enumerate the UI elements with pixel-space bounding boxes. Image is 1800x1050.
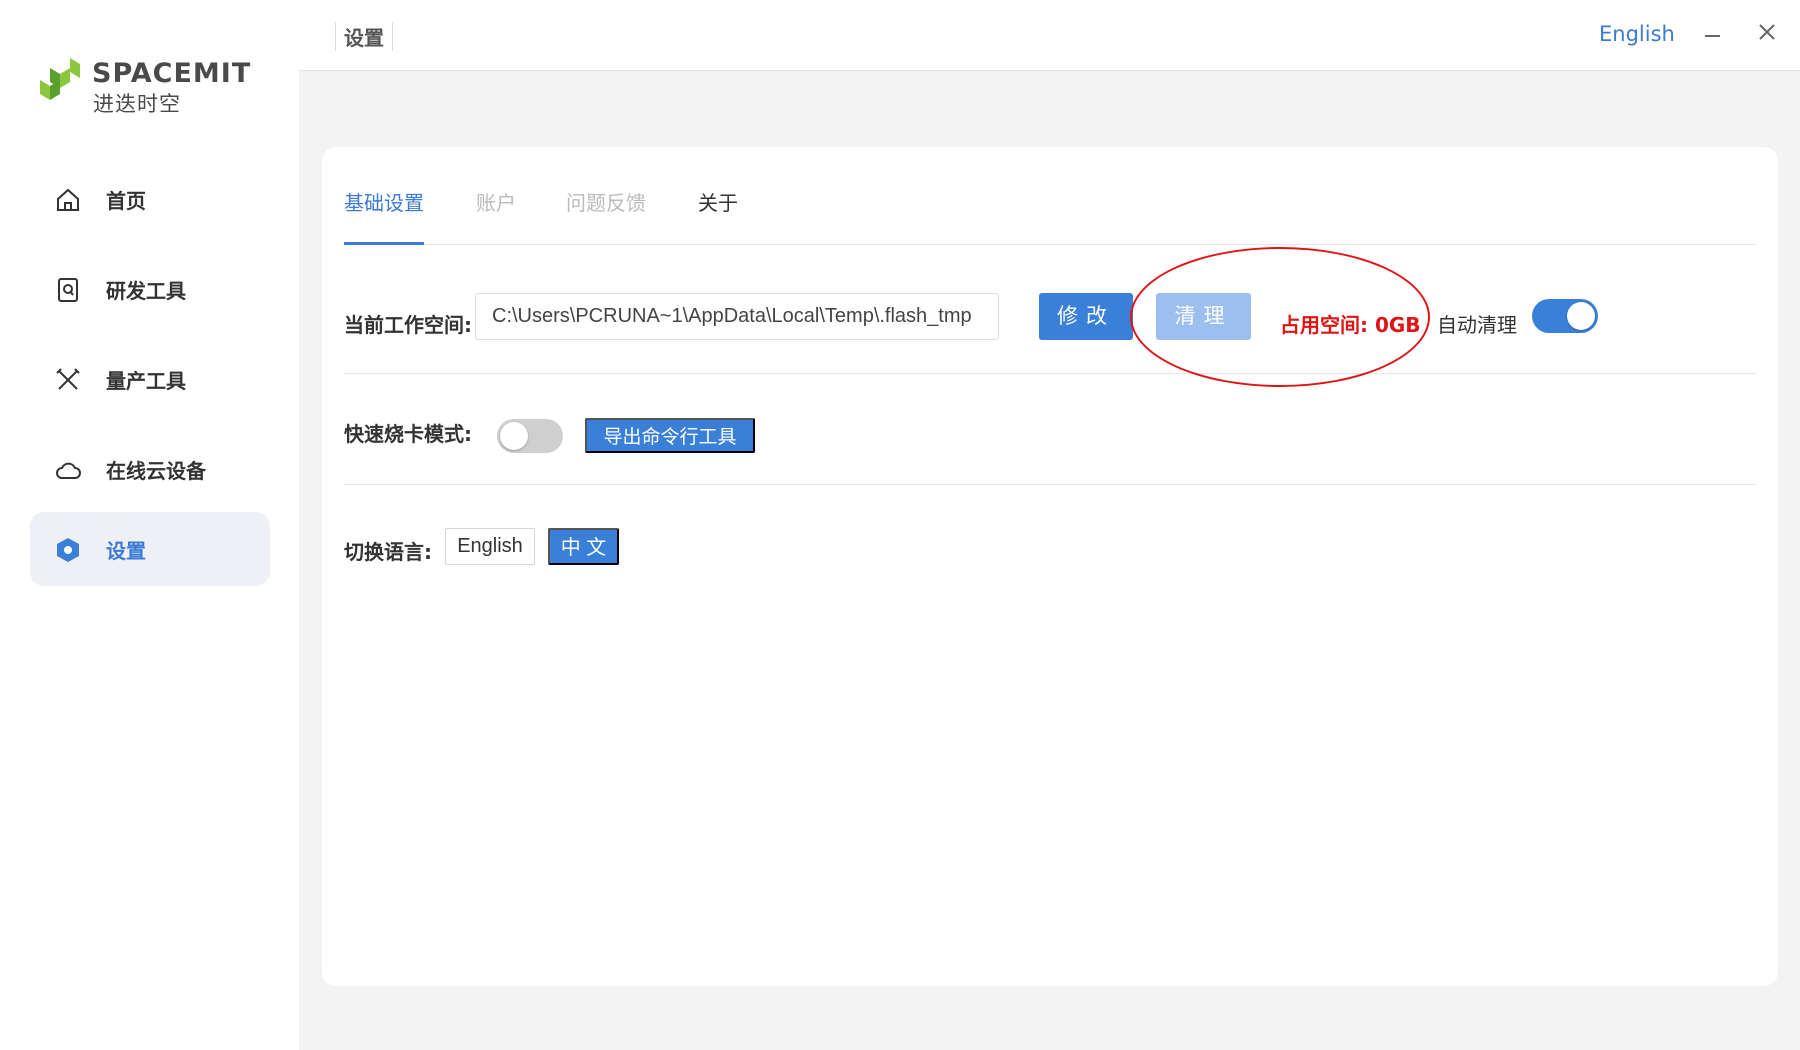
settings-hexagon-icon (57, 538, 79, 562)
home-icon (57, 188, 79, 211)
occupied-space-text: 占用空间: 0GB (1280, 313, 1421, 337)
page-title: 设置 (335, 22, 393, 51)
clean-button[interactable]: 清理 (1156, 293, 1251, 340)
tools-icon (56, 368, 80, 390)
tab-basic-settings[interactable]: 基础设置 (344, 187, 424, 245)
tab-feedback[interactable]: 问题反馈 (566, 187, 646, 245)
fast-flash-label: 快速烧卡模式: (344, 422, 472, 446)
settings-card: 基础设置 账户 问题反馈 关于 当前工作空间: C:\Users\PCRUNA~… (322, 147, 1778, 986)
toggle-knob (1567, 302, 1595, 330)
sidebar-item-dev-tools[interactable]: 研发工具 (30, 252, 270, 326)
sidebar: SPACEMIT 进迭时空 首页 研发工具 量产工具 在线云设备 设置 (0, 0, 299, 1050)
sidebar-item-label: 研发工具 (106, 278, 186, 303)
top-bar: 设置 English (299, 0, 1800, 71)
sidebar-item-label: 首页 (106, 188, 146, 213)
sidebar-item-settings[interactable]: 设置 (30, 512, 270, 586)
modify-button[interactable]: 修改 (1039, 293, 1133, 340)
sidebar-item-production-tools[interactable]: 量产工具 (30, 342, 270, 416)
workspace-path-input[interactable]: C:\Users\PCRUNA~1\AppData\Local\Temp\.fl… (475, 293, 999, 340)
cloud-icon (56, 462, 81, 479)
language-label: 切换语言: (344, 540, 432, 564)
auto-clean-label: 自动清理 (1437, 313, 1517, 337)
spacemit-logo-mark-icon (40, 58, 80, 100)
spacemit-logo: SPACEMIT 进迭时空 (38, 52, 268, 116)
tab-about[interactable]: 关于 (698, 187, 738, 245)
brand-name: SPACEMIT (92, 58, 252, 89)
toggle-knob (500, 422, 528, 450)
language-switch-link[interactable]: English (1599, 22, 1675, 46)
language-option-english[interactable]: English (445, 528, 535, 565)
auto-clean-toggle[interactable] (1532, 299, 1598, 333)
close-icon[interactable] (1753, 18, 1781, 46)
dev-tool-icon (58, 278, 78, 302)
brand-name-cn: 进迭时空 (93, 92, 181, 116)
language-option-chinese[interactable]: 中 文 (548, 528, 619, 565)
sidebar-item-label: 设置 (106, 538, 146, 563)
minimize-icon[interactable] (1697, 14, 1727, 44)
sidebar-item-cloud-devices[interactable]: 在线云设备 (30, 432, 270, 506)
tab-account[interactable]: 账户 (476, 187, 516, 245)
export-cli-tool-button[interactable]: 导出命令行工具 (585, 418, 755, 453)
settings-tabs: 基础设置 账户 问题反馈 关于 (344, 187, 1756, 245)
sidebar-item-label: 量产工具 (106, 368, 186, 393)
sidebar-item-label: 在线云设备 (106, 458, 206, 483)
workspace-label: 当前工作空间: (344, 313, 472, 337)
fast-flash-toggle[interactable] (497, 419, 563, 453)
sidebar-item-home[interactable]: 首页 (30, 162, 270, 236)
